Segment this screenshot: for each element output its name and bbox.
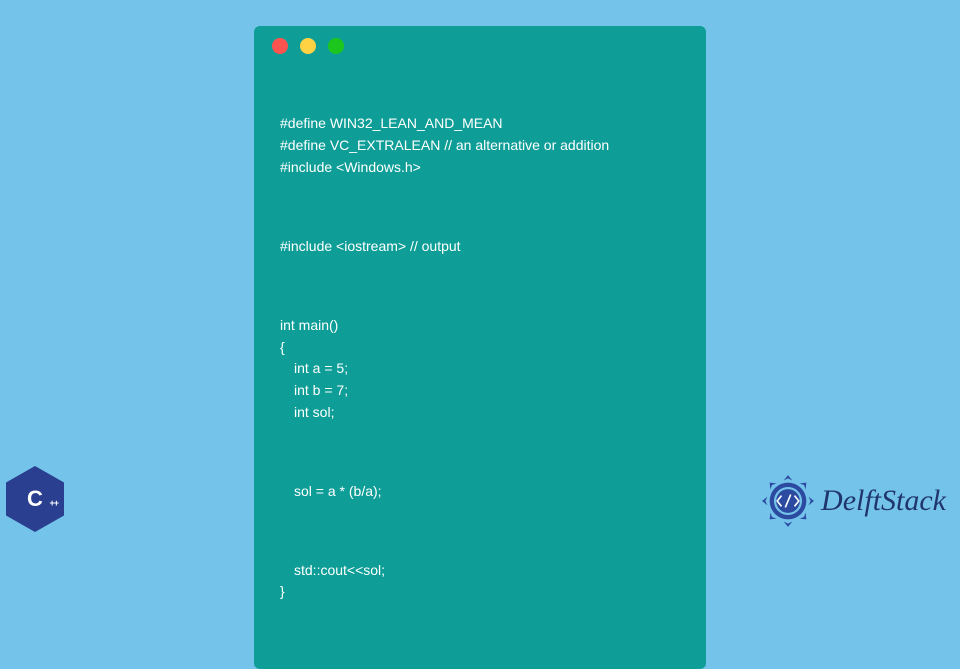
close-icon	[272, 38, 288, 54]
code-content: #define WIN32_LEAN_AND_MEAN #define VC_E…	[254, 66, 706, 647]
code-line: sol = a * (b/a);	[280, 483, 382, 499]
cpp-plus: ++	[49, 498, 58, 508]
maximize-icon	[328, 38, 344, 54]
code-line: }	[280, 583, 285, 599]
code-line: #define VC_EXTRALEAN // an alternative o…	[280, 137, 609, 153]
minimize-icon	[300, 38, 316, 54]
code-line: #include <Windows.h>	[280, 159, 421, 175]
code-line: #define WIN32_LEAN_AND_MEAN	[280, 115, 503, 131]
window-titlebar	[254, 26, 706, 66]
code-block-defines: #define WIN32_LEAN_AND_MEAN #define VC_E…	[280, 113, 680, 178]
code-block-calc: sol = a * (b/a);	[280, 481, 680, 503]
code-line: #include <iostream> // output	[280, 238, 461, 254]
code-line: {	[280, 339, 285, 355]
cpp-hexagon-icon: C ++	[6, 466, 64, 532]
brand-name: DelftStack	[821, 484, 946, 518]
cpp-letter: C	[27, 486, 43, 512]
brand-logo: DelftStack	[761, 474, 946, 528]
code-line: int sol;	[280, 404, 334, 420]
code-window: #define WIN32_LEAN_AND_MEAN #define VC_E…	[254, 26, 706, 669]
code-block-output: std::cout<<sol; }	[280, 560, 680, 603]
code-line: int b = 7;	[280, 382, 348, 398]
gear-icon	[761, 474, 815, 528]
cpp-logo: C ++	[2, 462, 68, 536]
code-block-include: #include <iostream> // output	[280, 236, 680, 258]
code-line: int main()	[280, 317, 338, 333]
code-line: int a = 5;	[280, 360, 348, 376]
code-block-main-decl: int main() { int a = 5; int b = 7; int s…	[280, 315, 680, 423]
code-line: std::cout<<sol;	[280, 562, 385, 578]
